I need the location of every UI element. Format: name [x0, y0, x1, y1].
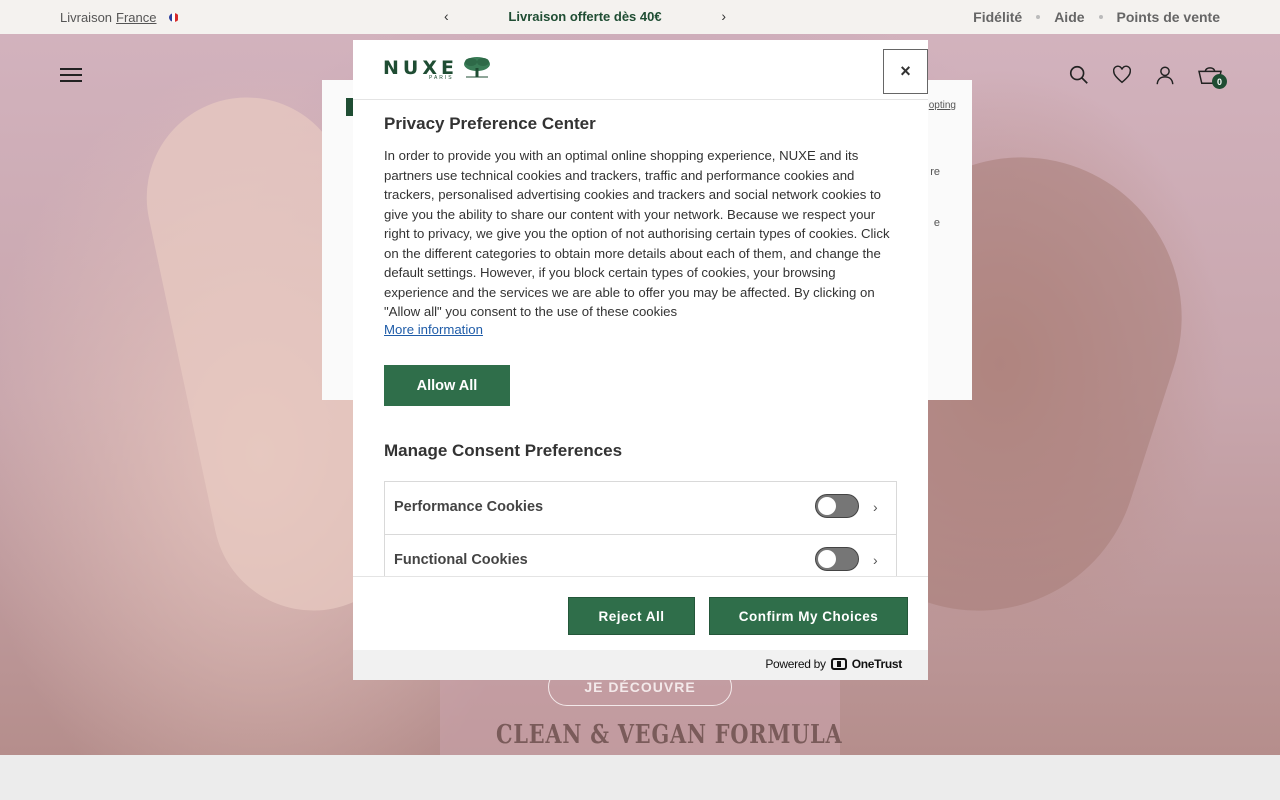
modal-header: NUXE PARIS ×: [353, 40, 928, 100]
link-aide[interactable]: Aide: [1054, 9, 1084, 25]
category-functional-cookies[interactable]: Functional Cookies ›: [384, 534, 897, 576]
background-link: opting: [928, 100, 956, 111]
category-label: Performance Cookies: [394, 499, 544, 515]
more-information-link[interactable]: More information: [384, 322, 483, 337]
nuxe-logo: NUXE PARIS: [383, 56, 492, 81]
close-button[interactable]: ×: [883, 49, 928, 94]
carousel-prev-icon[interactable]: ‹: [440, 8, 453, 24]
modal-body[interactable]: Privacy Preference Center In order to pr…: [353, 101, 928, 576]
category-performance-cookies[interactable]: Performance Cookies ›: [384, 481, 897, 535]
category-label: Functional Cookies: [394, 552, 528, 568]
top-links: Fidélité Aide Points de vente: [973, 9, 1220, 25]
privacy-preference-modal: NUXE PARIS × Privacy Preference Center I…: [353, 40, 928, 680]
confirm-choices-button[interactable]: Confirm My Choices: [709, 597, 908, 635]
background-text: re: [930, 166, 940, 178]
heart-icon[interactable]: [1111, 64, 1133, 86]
separator-dot: [1036, 15, 1041, 19]
chevron-right-icon[interactable]: ›: [873, 499, 878, 515]
france-flag-icon: [168, 13, 179, 22]
powered-by-onetrust[interactable]: Powered by OneTrust: [765, 657, 902, 671]
manage-consent-title: Manage Consent Preferences: [384, 441, 623, 460]
performance-cookies-toggle[interactable]: [815, 494, 859, 518]
brand-sub: PARIS: [429, 75, 454, 81]
onetrust-brand: OneTrust: [851, 657, 903, 671]
search-icon[interactable]: [1068, 64, 1090, 86]
account-icon[interactable]: [1154, 64, 1176, 86]
delivery-country: Livraison France: [60, 10, 179, 25]
modal-footer: Reject All Confirm My Choices: [353, 576, 928, 650]
cart-count-badge: 0: [1212, 74, 1227, 89]
privacy-description: In order to provide you with an optimal …: [384, 148, 890, 319]
background-text: e: [933, 217, 940, 229]
delivery-label: Livraison: [60, 10, 113, 25]
menu-icon[interactable]: [60, 68, 82, 82]
link-fidelite[interactable]: Fidélité: [973, 9, 1022, 25]
country-link[interactable]: France: [116, 10, 156, 25]
announcement-bar: Livraison France ‹ Livraison offerte dès…: [0, 0, 1280, 34]
functional-cookies-toggle[interactable]: [815, 547, 859, 571]
powered-by-label: Powered by: [765, 657, 826, 671]
link-points-de-vente[interactable]: Points de vente: [1117, 9, 1220, 25]
carousel-next-icon[interactable]: ›: [717, 8, 730, 24]
powered-by-bar: Powered by OneTrust: [353, 650, 928, 680]
tree-icon: [463, 57, 490, 78]
chevron-right-icon[interactable]: ›: [873, 552, 878, 568]
promo-text: Livraison offerte dès 40€: [508, 8, 662, 24]
privacy-title: Privacy Preference Center: [384, 114, 596, 133]
reject-all-button[interactable]: Reject All: [568, 597, 695, 635]
onetrust-logo-icon: [830, 658, 847, 670]
separator-dot: [1098, 15, 1103, 19]
allow-all-button[interactable]: Allow All: [384, 365, 510, 406]
product-tagline: CLEAN & VEGAN FORMULA: [496, 720, 843, 750]
promo-carousel: ‹ Livraison offerte dès 40€ ›: [440, 8, 730, 24]
